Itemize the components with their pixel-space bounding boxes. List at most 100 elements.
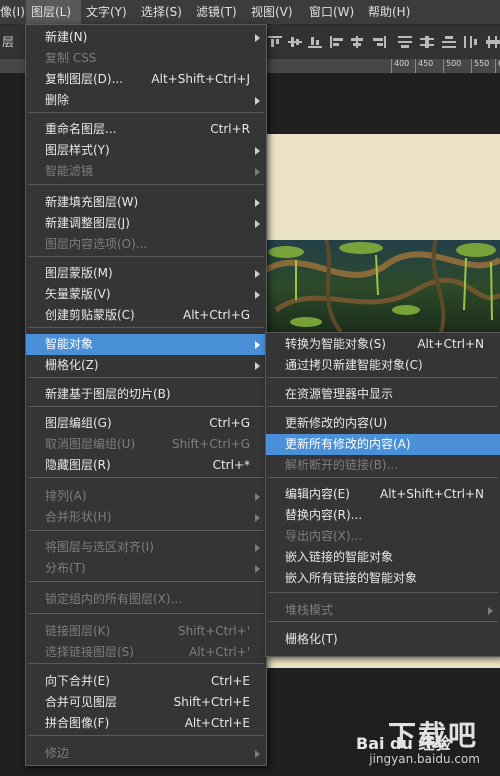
align-bottom-icon[interactable] bbox=[308, 36, 322, 48]
menu-help[interactable]: 帮助(H) bbox=[368, 0, 410, 24]
layer-menu-item: 修边 bbox=[26, 743, 266, 764]
menu-separator bbox=[28, 735, 264, 736]
layer-menu-item-label: 分布(T) bbox=[45, 561, 86, 575]
layer-menu-item[interactable]: 复制图层(D)... Alt+Shift+Ctrl+J bbox=[26, 69, 266, 90]
distribute-top-icon[interactable] bbox=[398, 36, 412, 48]
menu-layer[interactable]: 图层(L) bbox=[26, 0, 81, 24]
layer-menu-item-shortcut: Shift+Ctrl+E bbox=[173, 695, 250, 709]
layer-menu-item-label: 图层内容选项(O)... bbox=[45, 237, 148, 251]
layer-menu-item-label: 图层样式(Y) bbox=[45, 143, 110, 157]
smart-menu-item: 导出内容(X)... bbox=[266, 526, 500, 547]
menu-separator bbox=[28, 530, 264, 531]
layer-menu-item[interactable]: 智能对象 bbox=[26, 334, 266, 355]
submenu-arrow-icon bbox=[255, 199, 260, 207]
layer-menu-item-label: 排列(A) bbox=[45, 489, 87, 503]
submenu-arrow-icon bbox=[255, 220, 260, 228]
align-left-icon[interactable] bbox=[330, 36, 344, 48]
smart-menu-item[interactable]: 替换内容(R)... bbox=[266, 505, 500, 526]
menu-separator bbox=[28, 377, 264, 378]
layer-menu-item-label: 新建填充图层(W) bbox=[45, 195, 139, 209]
distribute-hcenter-icon[interactable] bbox=[486, 36, 500, 48]
layer-menu-item-shortcut: Alt+Ctrl+G bbox=[182, 308, 250, 322]
layer-menu-item[interactable]: 隐藏图层(R) Ctrl+* bbox=[26, 455, 266, 476]
smart-menu-item[interactable]: 栅格化(T) bbox=[266, 629, 500, 650]
layer-menu-item[interactable]: 合并可见图层 Shift+Ctrl+E bbox=[26, 692, 266, 713]
ruler-tick: 550 bbox=[470, 59, 490, 73]
menu-separator bbox=[28, 663, 264, 664]
layer-menu-item[interactable]: 创建剪贴蒙版(C) Alt+Ctrl+G bbox=[26, 305, 266, 326]
menu-separator bbox=[268, 406, 498, 407]
layer-menu-item-label: 复制图层(D)... bbox=[45, 72, 124, 86]
layer-menu-item[interactable]: 栅格化(Z) bbox=[26, 355, 266, 376]
align-top-icon[interactable] bbox=[268, 36, 282, 48]
layer-menu-item-label: 拼合图像(F) bbox=[45, 716, 110, 730]
submenu-arrow-icon bbox=[255, 270, 260, 278]
smart-menu-item[interactable]: 转换为智能对象(S) Alt+Ctrl+N bbox=[266, 334, 500, 355]
ruler-tick: 450 bbox=[414, 59, 434, 73]
distribute-bottom-icon[interactable] bbox=[442, 36, 456, 48]
layer-menu-item: 链接图层(K) Shift+Ctrl+' bbox=[26, 621, 266, 642]
layer-menu-item[interactable]: 矢量蒙版(V) bbox=[26, 284, 266, 305]
ruler-tick: 400 bbox=[390, 59, 410, 73]
smart-menu-item[interactable]: 编辑内容(E) Alt+Shift+Ctrl+N bbox=[266, 484, 500, 505]
smart-menu-item-shortcut: Alt+Shift+Ctrl+N bbox=[379, 487, 484, 501]
layer-menu-item[interactable]: 新建调整图层(J) bbox=[26, 213, 266, 234]
submenu-arrow-icon bbox=[255, 362, 260, 370]
align-right-icon[interactable] bbox=[372, 36, 386, 48]
layer-menu-item[interactable]: 新建填充图层(W) bbox=[26, 192, 266, 213]
layer-menu-item-label: 智能对象 bbox=[45, 337, 94, 351]
submenu-arrow-icon bbox=[255, 291, 260, 299]
layer-menu-item-label: 重命名图层... bbox=[45, 122, 117, 136]
smart-menu-item[interactable]: 通过拷贝新建智能对象(C) bbox=[266, 355, 500, 376]
menu-separator bbox=[28, 581, 264, 582]
layer-menu-item[interactable]: 拼合图像(F) Alt+Ctrl+E bbox=[26, 713, 266, 734]
submenu-arrow-icon bbox=[255, 514, 260, 522]
align-hcenter-icon[interactable] bbox=[350, 36, 364, 48]
menu-filter[interactable]: 滤镜(T) bbox=[196, 0, 237, 24]
smart-menu-item-label: 导出内容(X)... bbox=[285, 529, 363, 543]
layer-menu-item[interactable]: 重命名图层... Ctrl+R bbox=[26, 119, 266, 140]
smart-menu-item[interactable]: 更新修改的内容(U) bbox=[266, 413, 500, 434]
menu-separator bbox=[28, 327, 264, 328]
smart-menu-item[interactable]: 嵌入所有链接的智能对象 bbox=[266, 568, 500, 589]
layer-menu-item[interactable]: 新建(N) bbox=[26, 27, 266, 48]
distribute-left-icon[interactable] bbox=[464, 36, 478, 48]
submenu-arrow-icon bbox=[255, 97, 260, 105]
menubar: 像(I) 图层(L) 文字(Y) 选择(S) 滤镜(T) 视图(V) 窗口(W)… bbox=[0, 0, 500, 25]
menu-select[interactable]: 选择(S) bbox=[141, 0, 182, 24]
menu-separator bbox=[28, 613, 264, 614]
submenu-arrow-icon bbox=[255, 493, 260, 501]
layer-menu-item-label: 修边 bbox=[45, 746, 70, 760]
smart-menu-item[interactable]: 在资源管理器中显示 bbox=[266, 384, 500, 405]
smart-menu-item[interactable]: 嵌入链接的智能对象 bbox=[266, 547, 500, 568]
layer-menu-item[interactable]: 新建基于图层的切片(B) bbox=[26, 384, 266, 405]
layer-menu: 新建(N) 复制 CSS 复制图层(D)... Alt+Shift+Ctrl+J 删除重… bbox=[25, 24, 267, 766]
submenu-arrow-icon bbox=[255, 341, 260, 349]
jungle-image bbox=[266, 240, 500, 332]
layer-menu-item-shortcut: Alt+Ctrl+' bbox=[188, 645, 250, 659]
layer-menu-item[interactable]: 图层样式(Y) bbox=[26, 140, 266, 161]
layer-menu-item-label: 智能滤镜 bbox=[45, 164, 94, 178]
menu-type[interactable]: 文字(Y) bbox=[86, 0, 127, 24]
smart-menu-item: 解析断开的链接(B)... bbox=[266, 455, 500, 476]
smart-menu-item-label: 替换内容(R)... bbox=[285, 508, 363, 522]
layer-menu-item-label: 新建基于图层的切片(B) bbox=[45, 387, 171, 401]
watermark-url: jingyan.baidu.com bbox=[369, 752, 480, 766]
layer-menu-item-label: 删除 bbox=[45, 93, 70, 107]
menu-window[interactable]: 窗口(W) bbox=[309, 0, 354, 24]
menu-view[interactable]: 视图(V) bbox=[251, 0, 293, 24]
layer-menu-item[interactable]: 删除 bbox=[26, 90, 266, 111]
layer-menu-item[interactable]: 向下合并(E) Ctrl+E bbox=[26, 671, 266, 692]
layer-menu-item[interactable]: 图层编组(G) Ctrl+G bbox=[26, 413, 266, 434]
layer-menu-item: 排列(A) bbox=[26, 486, 266, 507]
layer-menu-item[interactable]: 图层蒙版(M) bbox=[26, 263, 266, 284]
layer-menu-item: 选择链接图层(S) Alt+Ctrl+' bbox=[26, 642, 266, 663]
options-label: 层 bbox=[2, 35, 15, 49]
align-vcenter-icon[interactable] bbox=[288, 36, 302, 48]
menu-image[interactable]: 像(I) bbox=[0, 0, 25, 24]
smart-menu-item-label: 更新修改的内容(U) bbox=[285, 416, 388, 430]
distribute-vcenter-icon[interactable] bbox=[420, 36, 434, 48]
layer-menu-item-label: 栅格化(Z) bbox=[45, 358, 99, 372]
smart-menu-item-label: 转换为智能对象(S) bbox=[285, 337, 386, 351]
smart-menu-item[interactable]: 更新所有修改的内容(A) bbox=[266, 434, 500, 455]
